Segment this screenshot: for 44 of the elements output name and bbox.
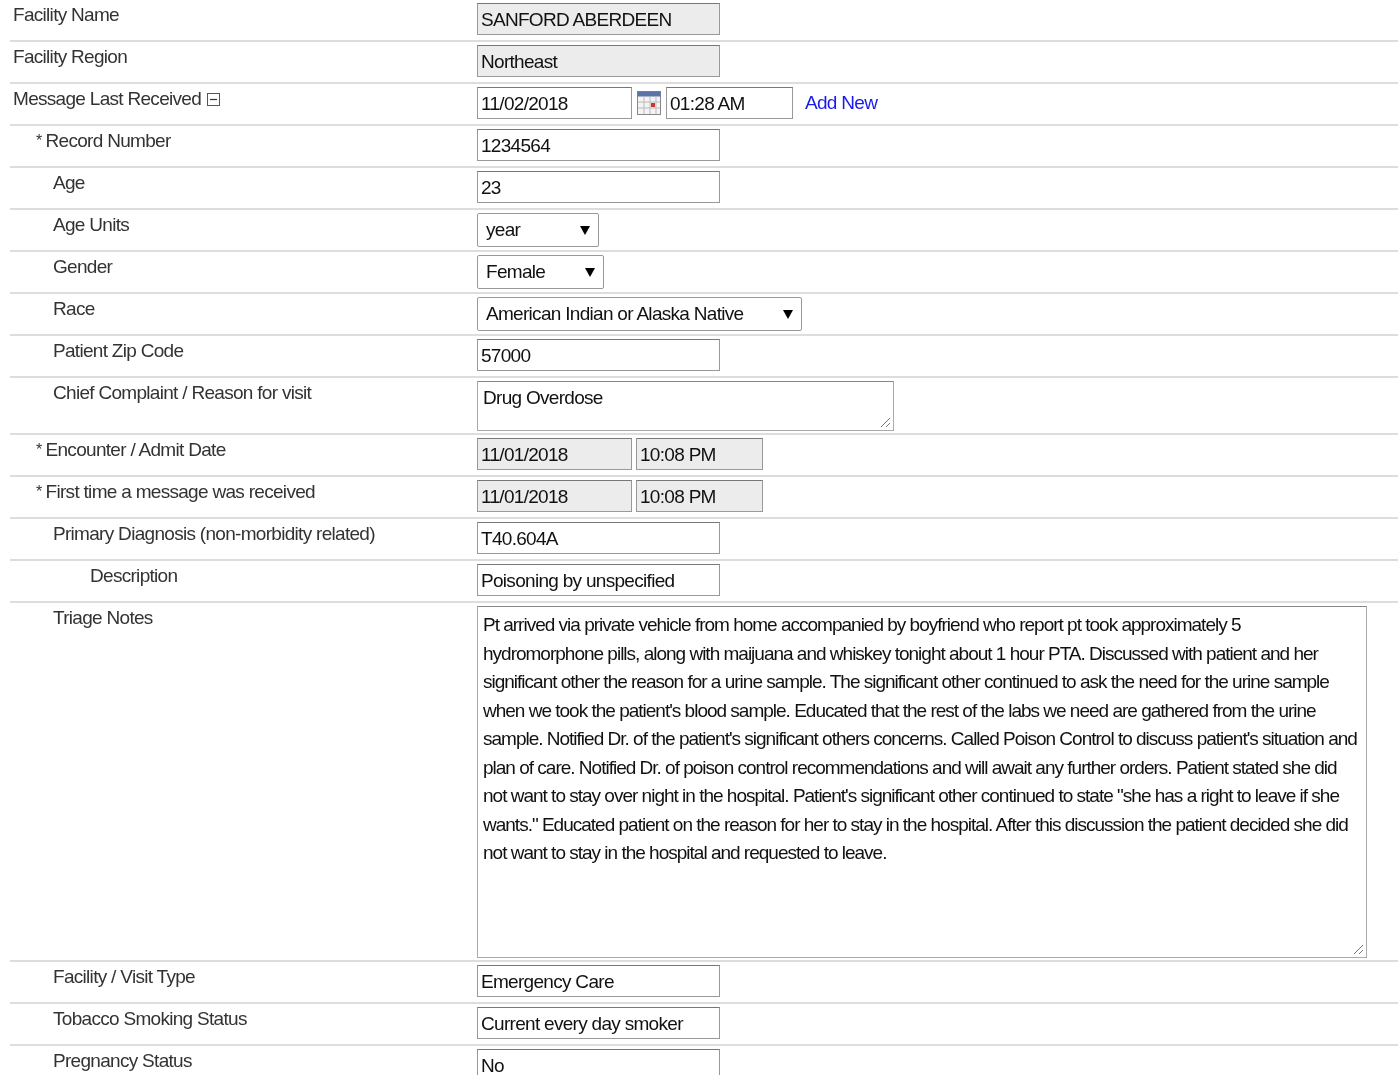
required-marker: *	[36, 132, 42, 150]
calendar-icon[interactable]	[636, 90, 662, 116]
field-label: Age Units	[53, 214, 130, 236]
field-label: First time a message was received	[45, 481, 315, 503]
resize-grip-icon[interactable]	[879, 416, 891, 428]
input-field[interactable]: 01:28 AM	[666, 87, 793, 119]
text-area[interactable]: Pt arrived via private vehicle from home accompanied by boyfriend who report pt took approximately 5 hydromorphone pills, along with maijuana and whiskey tonight about 1 hour PTA. Discussed with patient and her significant other the reason for a urine sample. The significant other continued to ask the need for the urine sample when we took the patient's blood sample. Educated that the rest of the labs we need are gathered from the urine sample. Notified Dr. of the patient's significant others concerns. Called Poison Control to discuss patient's situation and plan of care. Notified Dr. of poison control recommendations and will await any further orders. Patient stated she did not want to stay over night in the hospital. Patient's significant other continued to state "she has a right to leave if she wants." Educated patient on the reason for her to stay in the hospital. After this discussion the patient decided she did not want to stay in the hospital and requested to leave.	[477, 606, 1367, 958]
dropdown[interactable]: year	[477, 213, 599, 247]
field-label: Encounter / Admit Date	[45, 439, 226, 461]
input-field[interactable]: Current every day smoker	[477, 1007, 720, 1039]
field-label: Race	[53, 298, 95, 320]
input-field[interactable]: T40.604A	[477, 522, 720, 554]
input-field[interactable]: 11/02/2018	[477, 87, 632, 119]
field-label: Primary Diagnosis (non-morbidity related)	[53, 523, 375, 545]
field-label: Facility Name	[13, 4, 119, 26]
text-area[interactable]: Drug Overdose	[477, 381, 894, 431]
resize-grip-icon[interactable]	[1352, 943, 1364, 955]
input-field[interactable]: Poisoning by unspecified	[477, 564, 720, 596]
field-label: Chief Complaint / Reason for visit	[53, 382, 312, 404]
field-label: Age	[53, 172, 85, 194]
add-new-link[interactable]: Add New	[805, 92, 878, 114]
field-label: Triage Notes	[53, 607, 153, 629]
dropdown-caret-icon	[585, 267, 596, 277]
dropdown[interactable]: American Indian or Alaska Native	[477, 297, 803, 331]
input-field[interactable]: No	[477, 1049, 720, 1075]
input-field[interactable]: Emergency Care	[477, 965, 720, 997]
field-label: Facility / Visit Type	[53, 966, 195, 988]
required-marker: *	[36, 483, 42, 501]
dropdown[interactable]: Female	[477, 255, 605, 289]
field-label: Patient Zip Code	[53, 340, 184, 362]
field-label: Record Number	[45, 130, 171, 152]
required-marker: *	[36, 441, 42, 459]
field-label: Message Last Received	[13, 88, 202, 110]
input-field[interactable]: 57000	[477, 339, 720, 371]
field-label: Tobacco Smoking Status	[53, 1008, 247, 1030]
input-field[interactable]: 23	[477, 171, 720, 203]
field-label: Facility Region	[13, 46, 128, 68]
input-field[interactable]: 1234564	[477, 129, 720, 161]
field-label: Description	[90, 565, 178, 587]
field-label: Gender	[53, 256, 113, 278]
collapse-icon[interactable]	[207, 92, 221, 106]
field-label: Pregnancy Status	[53, 1050, 192, 1072]
dropdown-caret-icon	[783, 309, 794, 319]
dropdown-caret-icon	[580, 225, 590, 235]
